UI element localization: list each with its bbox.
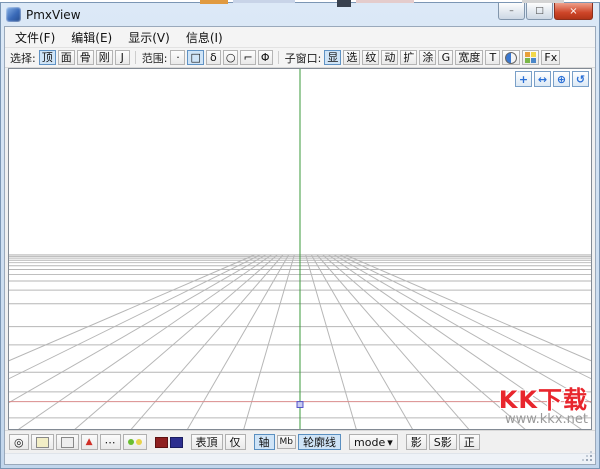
target-icon: ◎ [14, 437, 24, 448]
resize-grip[interactable] [590, 459, 592, 461]
subwindow-paint-button[interactable]: 涂 [419, 50, 436, 65]
subwindow-motion-button[interactable]: 动 [381, 50, 398, 65]
bottom-toolbar: ◎ ▲ ⋯ 表頂 仅 轴 [5, 430, 595, 453]
chevron-down-icon: ▾ [387, 437, 393, 448]
title-bar[interactable]: PmxView – □ × [1, 3, 599, 26]
range-circle-button[interactable]: ○ [223, 50, 239, 65]
sphere-icon [505, 52, 517, 64]
maximize-button[interactable]: □ [526, 3, 553, 20]
window-title: PmxView [26, 8, 81, 22]
main-toolbar: 选择: 顶 面 骨 刚 J 范围: · □ δ ○ ⌐ Φ 子窗口: 显 选 纹… [5, 48, 595, 68]
grid-canvas [9, 69, 591, 429]
subwindow-extend-button[interactable]: 扩 [400, 50, 417, 65]
toolbar-separator [278, 51, 279, 64]
desktop-fragment [233, 0, 295, 3]
green-dot-icon [128, 439, 134, 445]
ellipsis-icon: ⋯ [105, 437, 116, 448]
range-lasso-button[interactable]: ⌐ [240, 50, 255, 65]
select-label: 选择: [10, 50, 36, 66]
range-delta-button[interactable]: δ [206, 50, 221, 65]
select-rigid-button[interactable]: 刚 [96, 50, 113, 65]
window-controls: – □ × [498, 3, 593, 20]
subwindow-g-button[interactable]: G [438, 50, 453, 65]
vertex-dots-button[interactable] [123, 434, 147, 450]
app-icon [6, 7, 21, 22]
subwindow-label: 子窗口: [285, 50, 322, 66]
bg-color-2-swatch [61, 437, 74, 448]
subwindow-t-button[interactable]: T [485, 50, 500, 65]
only-button[interactable]: 仅 [225, 434, 246, 450]
sphere-view-button[interactable] [502, 50, 520, 65]
uv-grid-button[interactable] [522, 50, 539, 65]
menu-edit[interactable]: 编辑(E) [63, 27, 120, 48]
menu-info[interactable]: 信息(I) [178, 27, 231, 48]
toolbar-separator [135, 51, 136, 64]
select-bone-button[interactable]: 骨 [77, 50, 94, 65]
subwindow-select-button[interactable]: 选 [343, 50, 360, 65]
close-button[interactable]: × [554, 3, 593, 20]
bg-color-1-button[interactable] [31, 434, 54, 450]
zoom-view-button[interactable]: ⊕ [553, 71, 570, 87]
menu-view[interactable]: 显示(V) [120, 27, 178, 48]
move-view-button[interactable]: ↔ [534, 71, 551, 87]
watermark-url: www.kkx.net [499, 413, 588, 427]
desktop-fragment [356, 0, 414, 3]
mode-dropdown[interactable]: mode ▾ [349, 434, 398, 450]
range-phi-button[interactable]: Φ [258, 50, 273, 65]
range-point-button[interactable]: · [170, 50, 185, 65]
subwindow-display-button[interactable]: 显 [324, 50, 341, 65]
pan-view-button[interactable]: + [515, 71, 532, 87]
front-view-button[interactable]: 正 [459, 434, 480, 450]
minimize-button[interactable]: – [498, 3, 525, 20]
uv-grid-icon [525, 52, 536, 63]
fx-button[interactable]: Fx [541, 50, 560, 65]
select-vertex-button[interactable]: 顶 [39, 50, 56, 65]
outline-toggle-button[interactable]: 轮廓线 [298, 434, 341, 450]
desktop-fragment [337, 0, 351, 7]
watermark-brand: KK下载 [499, 388, 588, 413]
more-options-button[interactable]: ⋯ [100, 434, 121, 450]
watermark: KK下载 www.kkx.net [499, 388, 588, 427]
rotate-view-button[interactable]: ↺ [572, 71, 589, 87]
subwindow-texture-button[interactable]: 纹 [362, 50, 379, 65]
yellow-dot-icon [136, 439, 142, 445]
subwindow-width-button[interactable]: 宽度 [455, 50, 483, 65]
desktop-fragment [200, 0, 228, 4]
menu-file[interactable]: 文件(F) [7, 27, 63, 48]
select-face-button[interactable]: 面 [58, 50, 75, 65]
client-area: 文件(F) 编辑(E) 显示(V) 信息(I) 选择: 顶 面 骨 刚 J 范围… [4, 26, 596, 465]
material-color-swatch[interactable] [155, 437, 168, 448]
range-label: 范围: [142, 50, 168, 66]
menu-bar: 文件(F) 编辑(E) 显示(V) 信息(I) [5, 27, 595, 48]
surface-vertex-button[interactable]: 表頂 [191, 434, 223, 450]
vertex-triangle-button[interactable]: ▲ [81, 434, 98, 450]
axis-toggle-button[interactable]: 轴 [254, 434, 275, 450]
view-nav-buttons: + ↔ ⊕ ↺ [515, 71, 589, 87]
render-target-button[interactable]: ◎ [9, 434, 29, 450]
mb-toggle-button[interactable]: Mb [277, 435, 296, 449]
status-bar [5, 453, 595, 464]
self-shadow-toggle-button[interactable]: S影 [429, 434, 457, 450]
pmxview-window: PmxView – □ × 文件(F) 编辑(E) 显示(V) 信息(I) 选择… [0, 2, 600, 469]
desktop-fragment [522, 0, 564, 3]
bg-color-2-button[interactable] [56, 434, 79, 450]
viewport-3d[interactable]: + ↔ ⊕ ↺ KK下载 www.kkx.net [8, 68, 592, 430]
shadow-toggle-button[interactable]: 影 [406, 434, 427, 450]
bone-color-swatch[interactable] [170, 437, 183, 448]
bg-color-1-swatch [36, 437, 49, 448]
mode-label: mode [354, 437, 385, 448]
range-rect-button[interactable]: □ [187, 50, 203, 65]
triangle-icon: ▲ [86, 438, 93, 447]
select-joint-button[interactable]: J [115, 50, 130, 65]
